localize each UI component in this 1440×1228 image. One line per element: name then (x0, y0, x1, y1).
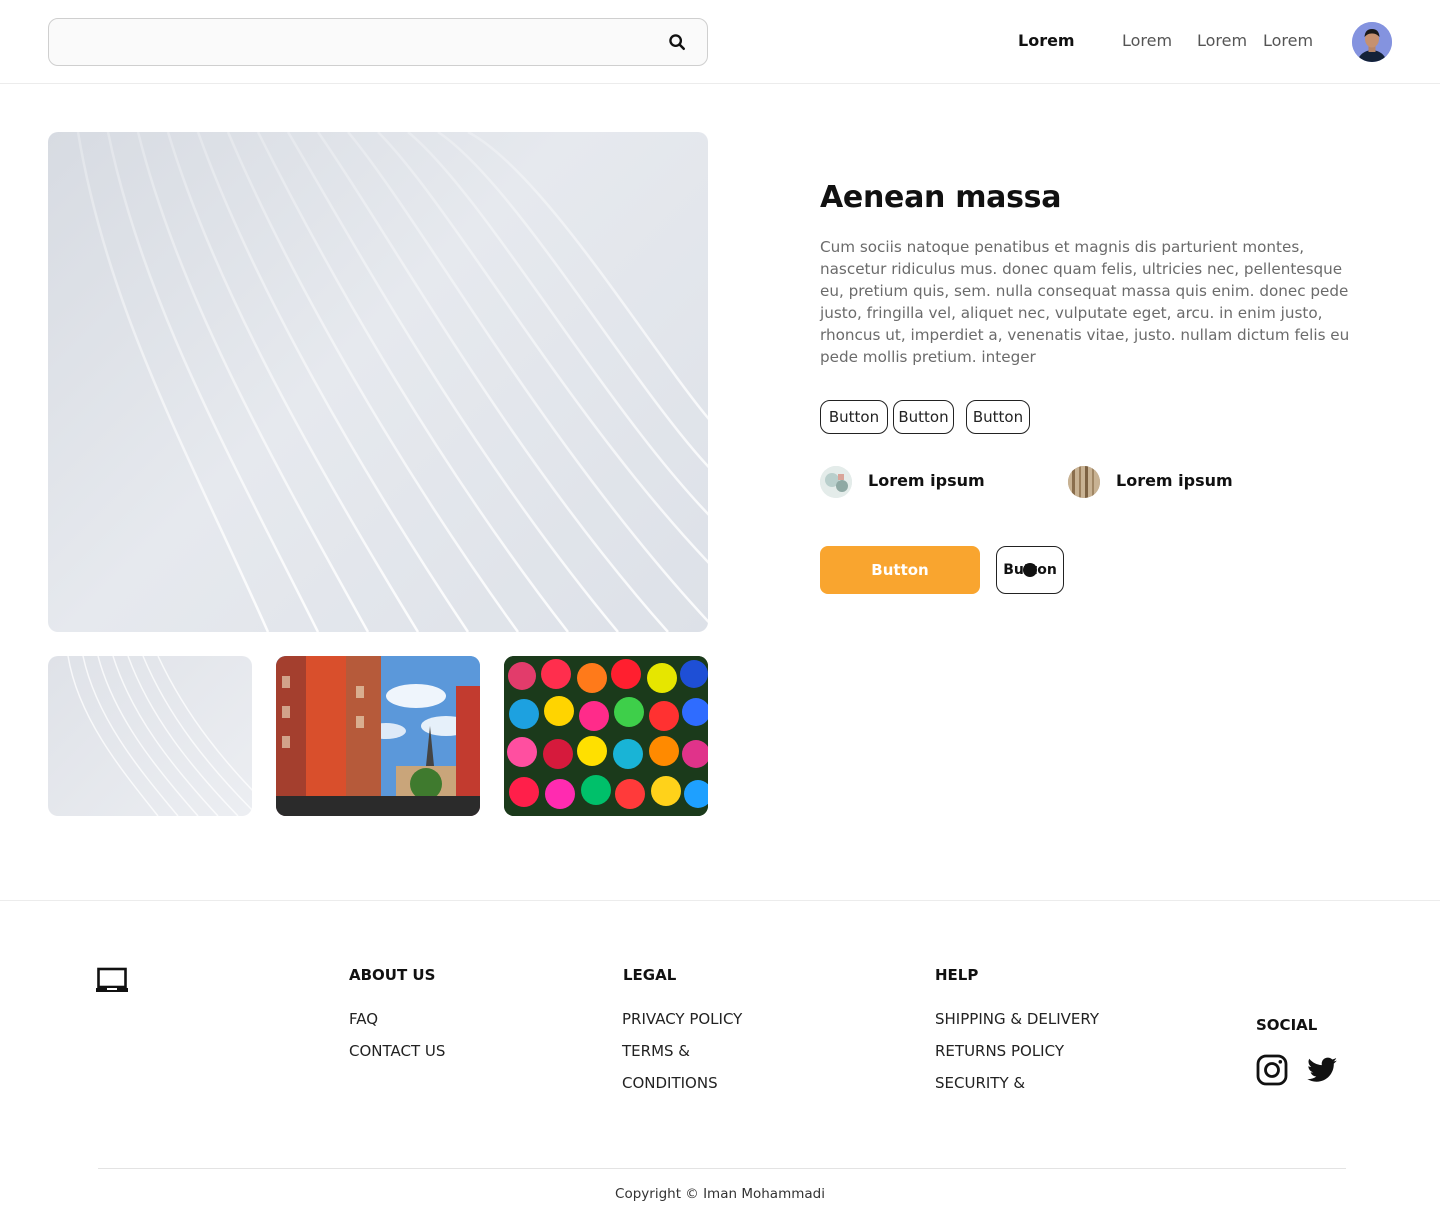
thumbnail-2[interactable] (276, 656, 480, 816)
footer-link-security[interactable]: SECURITY & (935, 1074, 1025, 1092)
footer-about-title: ABOUT US (349, 966, 436, 984)
swatch-1-label: Lorem ipsum (868, 471, 985, 490)
footer-help-title: HELP (935, 966, 979, 984)
thumbnail-1[interactable] (48, 656, 252, 816)
copyright-text: Copyright © Iman Mohammadi (615, 1186, 825, 1202)
swatch-1[interactable] (820, 466, 852, 498)
product-title: Aenean massa (820, 180, 1062, 215)
search-input[interactable] (63, 27, 653, 57)
option-button-2[interactable]: Button (893, 400, 954, 434)
swatch-2-label: Lorem ipsum (1116, 471, 1233, 490)
instagram-icon[interactable] (1256, 1054, 1288, 1086)
footer-link-terms[interactable]: TERMS & (622, 1042, 690, 1060)
nav-link-2[interactable]: Lorem (1122, 31, 1172, 50)
header: Lorem Lorem Lorem Lorem (0, 0, 1440, 84)
main-product-image (48, 132, 708, 632)
footer-link-returns[interactable]: RETURNS POLICY (935, 1042, 1064, 1060)
nav-link-3[interactable]: Lorem (1197, 31, 1247, 50)
swatch-2[interactable] (1068, 466, 1100, 498)
thumbnail-3[interactable] (504, 656, 708, 816)
footer-divider (0, 900, 1440, 901)
footer-link-conditions[interactable]: CONDITIONS (622, 1074, 718, 1092)
primary-button[interactable]: Button (820, 546, 980, 594)
search-bar[interactable] (48, 18, 708, 66)
footer-link-contact[interactable]: CONTACT US (349, 1042, 445, 1060)
footer-bottom-rule (98, 1168, 1346, 1169)
nav-link-1[interactable]: Lorem (1018, 31, 1075, 50)
product-description: Cum sociis natoque penatibus et magnis d… (820, 238, 1350, 366)
footer-social-title: SOCIAL (1256, 1016, 1318, 1034)
footer-link-shipping[interactable]: SHIPPING & DELIVERY (935, 1010, 1099, 1028)
avatar[interactable] (1352, 22, 1392, 62)
laptop-logo-icon[interactable] (96, 966, 128, 994)
footer-link-privacy[interactable]: PRIVACY POLICY (622, 1010, 742, 1028)
footer-link-faq[interactable]: FAQ (349, 1010, 378, 1028)
option-button-3[interactable]: Button (966, 400, 1030, 434)
option-button-1[interactable]: Button (820, 400, 888, 434)
search-icon[interactable] (668, 33, 686, 51)
cursor-dot (1023, 563, 1037, 577)
twitter-icon[interactable] (1306, 1054, 1338, 1086)
footer-legal-title: LEGAL (623, 966, 677, 984)
nav-link-4[interactable]: Lorem (1263, 31, 1313, 50)
